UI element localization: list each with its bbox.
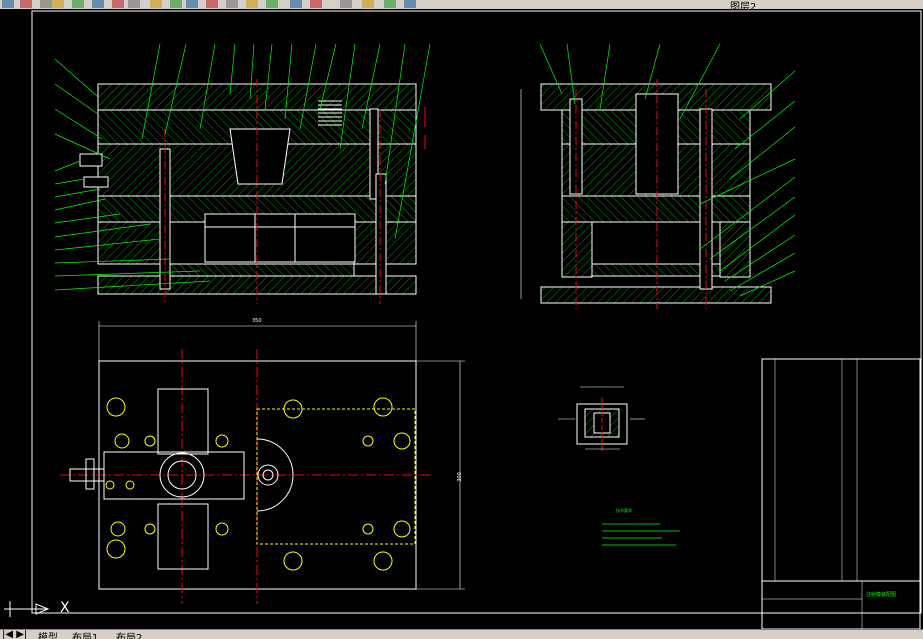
hole (215, 522, 229, 536)
layer-icon[interactable] (362, 0, 374, 8)
dimension-height: 300 (456, 472, 463, 482)
cad-drawing (4, 10, 922, 629)
hole (106, 539, 126, 559)
tool-palette-icon[interactable] (310, 0, 322, 8)
open-icon[interactable] (20, 0, 32, 8)
drawing-canvas[interactable]: X 350 300 技术要求 注射模装配图 (0, 9, 923, 629)
tech-requirements-title: 技术要求 (616, 508, 632, 513)
hole (393, 520, 411, 538)
layer-state-icon[interactable] (384, 0, 396, 8)
redo-icon[interactable] (170, 0, 182, 8)
hole (125, 480, 135, 490)
hole (215, 434, 229, 448)
zoom-window-icon[interactable] (226, 0, 238, 8)
hole (144, 523, 156, 535)
parts-list (761, 358, 921, 629)
cut-icon[interactable] (72, 0, 84, 8)
help-icon[interactable] (340, 0, 352, 8)
side-view (520, 79, 772, 309)
hole (373, 551, 393, 571)
print-icon[interactable] (52, 0, 64, 8)
pan-icon[interactable] (186, 0, 198, 8)
design-center-icon[interactable] (290, 0, 302, 8)
hole (105, 480, 115, 490)
top-view (60, 321, 465, 604)
hole (106, 397, 126, 417)
zoom-realtime-icon[interactable] (206, 0, 218, 8)
dimension-width: 350 (252, 318, 262, 324)
undo-icon[interactable] (150, 0, 162, 8)
hole (110, 521, 126, 537)
ucs-icon (4, 601, 50, 617)
paste-icon[interactable] (112, 0, 124, 8)
zoom-previous-icon[interactable] (246, 0, 258, 8)
hole (144, 435, 156, 447)
color-icon[interactable] (404, 0, 416, 8)
match-icon[interactable] (128, 0, 140, 8)
tech-requirements (602, 523, 680, 546)
part-detail (558, 386, 645, 451)
properties-icon[interactable] (266, 0, 278, 8)
save-icon[interactable] (40, 0, 52, 8)
hole (283, 551, 303, 571)
hole (362, 523, 374, 535)
title-block-name: 注射模装配图 (866, 592, 897, 598)
hole (362, 435, 374, 447)
front-view (79, 79, 426, 304)
hole (373, 397, 393, 417)
ucs-x-label: X (60, 600, 70, 616)
hole (393, 432, 411, 450)
new-icon[interactable] (2, 0, 14, 8)
hole (114, 433, 130, 449)
copy-icon[interactable] (92, 0, 104, 8)
